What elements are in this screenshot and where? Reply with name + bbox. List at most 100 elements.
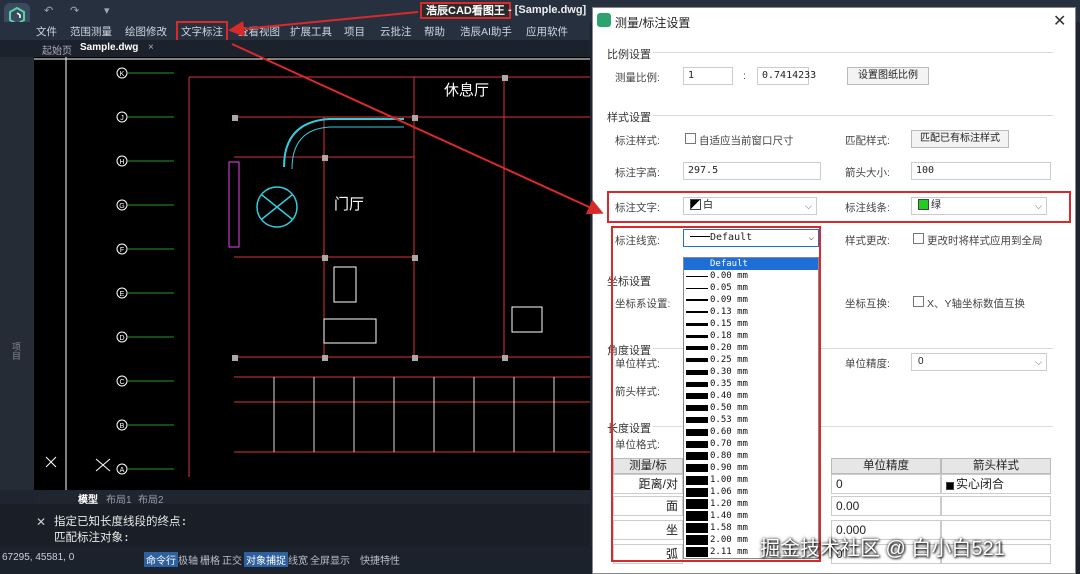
command-panel: ✕ 指定已知长度线段的终点: 匹配标注对象: [0, 504, 590, 546]
angle-unit-precision-label: 单位精度: [845, 358, 890, 370]
dialog-header: 测量/标注设置 ✕ [593, 8, 1075, 34]
menu-extend-tools[interactable]: 扩展工具 [290, 24, 332, 39]
arrow-style-icon [946, 482, 954, 490]
file-title: - [Sample.dwg] [508, 4, 587, 16]
dim-text-color-select[interactable]: 白 ⌵ [683, 197, 817, 215]
menu-view[interactable]: 查看视图 [238, 24, 280, 39]
table-row-arrow-value: 实心闭合 [956, 477, 1005, 491]
dialog-close-icon[interactable]: ✕ [1053, 11, 1066, 31]
close-tab-icon[interactable]: × [148, 42, 154, 53]
measure-dimension-settings-dialog: 测量/标注设置 ✕ 比例设置 测量比例: 1 : 0.7414233 设置图纸比… [592, 7, 1076, 574]
room-label-lounge: 休息厅 [444, 81, 489, 99]
close-command-icon[interactable]: ✕ [36, 515, 46, 529]
dim-line-color-select[interactable]: 绿 ⌵ [911, 197, 1047, 215]
cad-drawing: KJHGFEDCBA 休息厅 门厅 [34, 57, 590, 490]
menu-project[interactable]: 项目 [344, 24, 365, 39]
scale-section-title: 比例设置 [607, 49, 651, 61]
angle-precision-select[interactable]: 0 ⌵ [911, 353, 1047, 371]
status-grid[interactable]: 栅格 [200, 552, 220, 567]
axis-label: G [119, 203, 124, 210]
dim-text-color-label: 标注文字: [615, 202, 660, 214]
cad-app-window: ↶ ↷ ▾ 浩辰CAD看图王 - [Sample.dwg] 文件 范围测量 绘图… [0, 0, 1080, 574]
dim-style-label: 标注样式: [615, 135, 660, 147]
adapt-window-checkbox[interactable] [685, 133, 696, 144]
dim-text-color-value: 白 [703, 200, 713, 211]
xy-swap-checkbox[interactable] [913, 296, 924, 307]
menu-cloud-annotation[interactable]: 云批注 [380, 24, 412, 39]
status-line-width[interactable]: 线宽 [288, 552, 308, 567]
arrow-size-label: 箭头大小: [845, 167, 890, 179]
dialog-app-icon [597, 13, 611, 27]
highlight-box-line-width [611, 226, 821, 562]
command-history-line: 指定已知长度线段的终点: [54, 514, 188, 528]
menu-draw-modify[interactable]: 绘图修改 [125, 24, 167, 39]
dialog-title: 测量/标注设置 [615, 16, 691, 30]
document-tabs: 起始页 Sample.dwg × [0, 40, 590, 57]
match-existing-style-button[interactable]: 匹配已有标注样式 [911, 130, 1009, 148]
table-header: 单位精度 [831, 458, 941, 474]
color-swatch-green [918, 199, 929, 210]
divider [653, 52, 1053, 53]
customize-quick-access-icon[interactable]: ▾ [104, 4, 110, 17]
menu-help[interactable]: 帮助 [424, 24, 445, 39]
text-height-input[interactable]: 297.5 [683, 162, 821, 180]
style-section-title: 样式设置 [607, 112, 651, 124]
axis-label: H [119, 159, 124, 166]
menu-text-dimension[interactable]: 文字标注 [176, 21, 228, 42]
chevron-down-icon: ⌵ [1035, 201, 1042, 211]
menu-file[interactable]: 文件 [36, 24, 57, 39]
angle-precision-value: 0 [918, 356, 924, 367]
axis-label: E [120, 291, 125, 298]
match-style-label: 匹配样式: [845, 135, 890, 147]
set-drawing-scale-button[interactable]: 设置图纸比例 [847, 67, 929, 85]
chevron-down-icon: ⌵ [805, 201, 812, 211]
status-polar[interactable]: 极轴 [178, 552, 198, 567]
xy-swap-label: X、Y轴坐标数值互换 [927, 298, 1026, 310]
axis-label: D [119, 335, 124, 342]
menu-ai-assistant[interactable]: 浩辰AI助手 [460, 24, 512, 39]
axis-label: C [119, 379, 124, 386]
status-ortho[interactable]: 正交 [222, 552, 242, 567]
scale-colon: : [743, 70, 746, 82]
watermark: 掘金技术社区 @ 白小白521 [760, 538, 1005, 560]
text-height-label: 标注字高: [615, 167, 660, 179]
coord-swap-label: 坐标互换: [845, 298, 890, 310]
cursor-coordinates: 67295, 45581, 0 [2, 552, 75, 563]
apply-global-checkbox[interactable] [913, 233, 924, 244]
dim-line-color-value: 绿 [931, 200, 941, 211]
adapt-window-label: 自适应当前窗口尺寸 [699, 135, 794, 147]
command-prompt-line[interactable]: 匹配标注对象: [54, 529, 130, 545]
scale-label: 测量比例: [615, 72, 660, 84]
table-header: 箭头样式 [941, 458, 1051, 474]
style-change-label: 样式更改: [845, 235, 890, 247]
drawing-canvas[interactable]: KJHGFEDCBA 休息厅 门厅 [34, 57, 590, 490]
status-command-line[interactable]: 命令行 [144, 552, 178, 567]
axis-label: B [120, 423, 125, 430]
apply-global-label: 更改时将样式应用到全局 [927, 235, 1043, 247]
chevron-down-icon: ⌵ [1035, 357, 1042, 367]
menu-range-measure[interactable]: 范围测量 [70, 24, 112, 39]
scale-input-a[interactable]: 1 [683, 67, 733, 85]
status-quick-properties[interactable]: 快捷特性 [360, 552, 400, 567]
arrow-size-input[interactable]: 100 [911, 162, 1051, 180]
app-title: 浩辰CAD看图王 [420, 2, 511, 19]
table-row-arrow[interactable]: 实心闭合 [941, 474, 1051, 494]
tab-home[interactable]: 起始页 [42, 42, 72, 57]
table-row-precision[interactable]: 0.00 [831, 496, 941, 516]
axis-label: J [120, 115, 124, 122]
table-row-precision[interactable]: 0 [831, 474, 941, 494]
menu-apps[interactable]: 应用软件 [526, 24, 568, 39]
divider [653, 115, 1053, 116]
redo-icon[interactable]: ↷ [70, 4, 79, 17]
axis-label: F [120, 247, 124, 254]
tab-sample-dwg[interactable]: Sample.dwg [80, 42, 138, 53]
table-row-arrow[interactable] [941, 496, 1051, 516]
undo-icon[interactable]: ↶ [44, 4, 53, 17]
scale-input-b[interactable]: 0.7414233 [757, 67, 816, 85]
project-panel-label[interactable]: 项目 [10, 342, 23, 360]
color-swatch-white [690, 199, 701, 210]
menu-bar: 文件 范围测量 绘图修改 文字标注 查看视图 扩展工具 项目 云批注 帮助 浩辰… [0, 21, 590, 42]
axis-label: A [120, 467, 125, 474]
status-fullscreen[interactable]: 全屏显示 [310, 552, 350, 567]
status-object-snap[interactable]: 对象捕捉 [244, 552, 288, 567]
